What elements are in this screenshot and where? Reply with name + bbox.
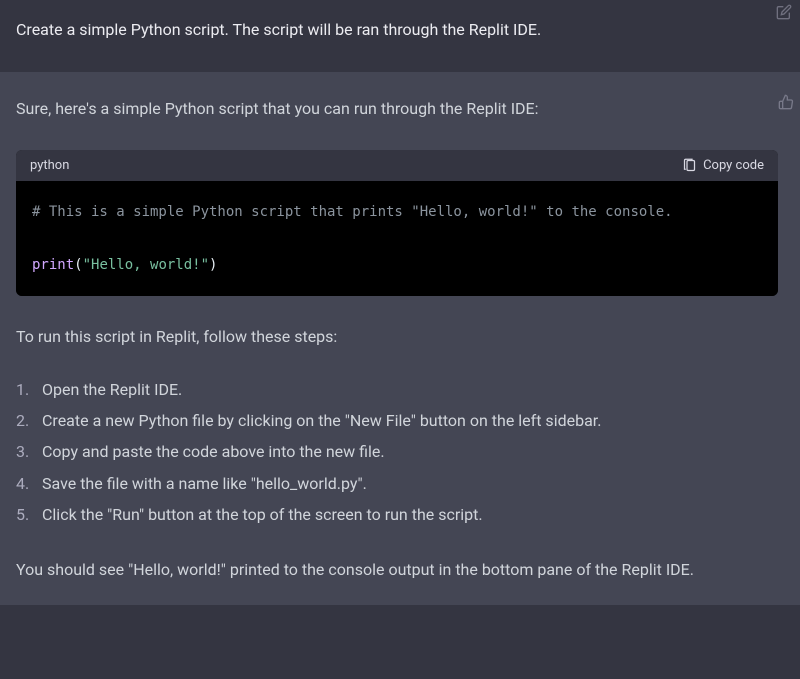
code-close-paren: ) [209, 257, 217, 273]
list-item: Save the file with a name like "hello_wo… [16, 468, 784, 499]
assistant-outro-text: You should see "Hello, world!" printed t… [16, 554, 784, 585]
user-prompt-text: Create a simple Python script. The scrip… [16, 18, 784, 42]
steps-list: Open the Replit IDE. Create a new Python… [16, 374, 784, 530]
clipboard-icon [682, 158, 697, 173]
code-comment: # This is a simple Python script that pr… [32, 204, 673, 220]
edit-icon[interactable] [776, 4, 792, 24]
list-item: Create a new Python file by clicking on … [16, 405, 784, 436]
instructions-lead: To run this script in Replit, follow the… [16, 324, 784, 350]
thumbs-up-icon[interactable] [778, 94, 794, 114]
list-item: Click the "Run" button at the top of the… [16, 499, 784, 530]
code-body: # This is a simple Python script that pr… [16, 181, 778, 297]
list-item: Open the Replit IDE. [16, 374, 784, 405]
code-function: print [32, 257, 74, 273]
user-message-block: Create a simple Python script. The scrip… [0, 0, 800, 72]
copy-code-label: Copy code [703, 158, 764, 173]
assistant-message-block: Sure, here's a simple Python script that… [0, 72, 800, 605]
code-string: "Hello, world!" [83, 257, 209, 273]
copy-code-button[interactable]: Copy code [682, 158, 764, 173]
code-open-paren: ( [74, 257, 82, 273]
code-header: python Copy code [16, 150, 778, 181]
code-language-label: python [30, 158, 69, 173]
code-block: python Copy code # This is a simple Pyth… [16, 150, 778, 297]
list-item: Copy and paste the code above into the n… [16, 436, 784, 467]
assistant-intro-text: Sure, here's a simple Python script that… [16, 96, 784, 122]
